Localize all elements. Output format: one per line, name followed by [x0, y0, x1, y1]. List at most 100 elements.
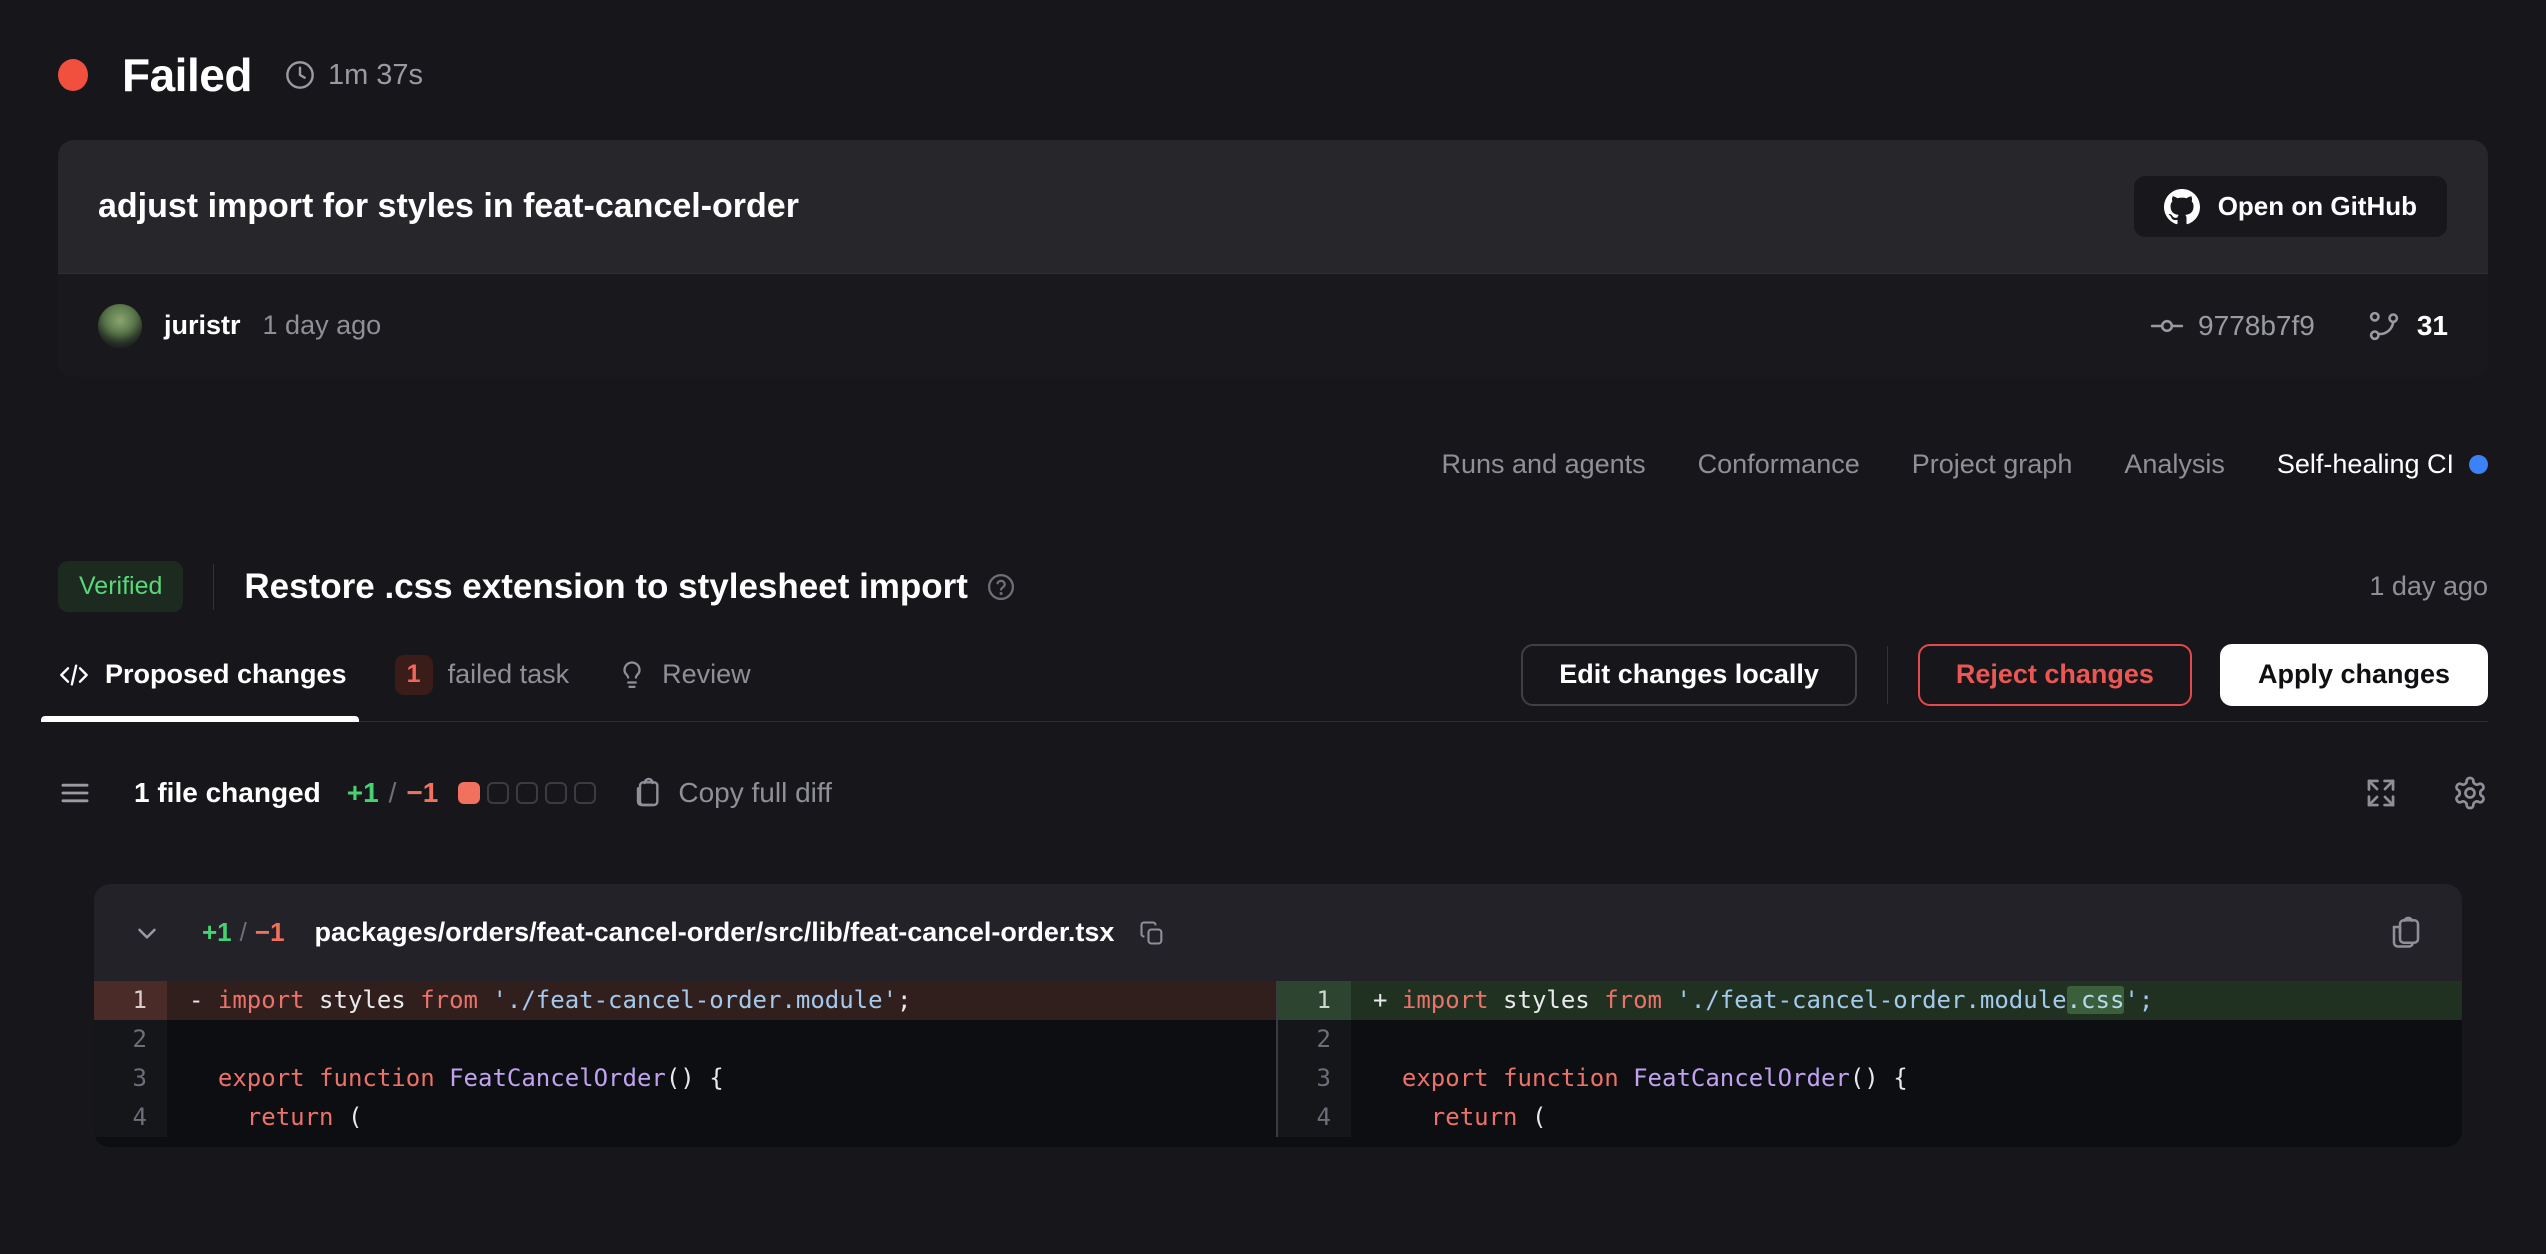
diff-row: 3 export function FeatCancelOrder() { [1278, 1059, 2462, 1098]
failed-count-badge: 1 [395, 655, 433, 695]
tab-proposed-changes[interactable]: Proposed changes [58, 628, 347, 721]
copy-icon[interactable] [1138, 919, 1166, 947]
diff-block-square [545, 782, 567, 804]
diff-row: 4 return ( [1278, 1098, 2462, 1137]
clock-icon [284, 59, 316, 91]
commit-card-subrow: juristr 1 day ago 9778b7f9 31 [58, 273, 2488, 377]
commit-time: 1 day ago [263, 310, 382, 341]
copy-full-diff-label: Copy full diff [678, 777, 832, 809]
nav-self-healing-ci[interactable]: Self-healing CI [2277, 449, 2488, 480]
diff-row: 3 export function FeatCancelOrder() { [94, 1059, 1276, 1098]
code-line: export function FeatCancelOrder() { [167, 1059, 1276, 1098]
commit-card-header: adjust import for styles in feat-cancel-… [58, 140, 2488, 273]
nav-project-graph[interactable]: Project graph [1912, 449, 2073, 480]
diff-panes: 1- import styles from './feat-cancel-ord… [94, 981, 2462, 1147]
chevron-down-icon[interactable] [132, 918, 162, 948]
commit-author: juristr 1 day ago [98, 304, 381, 348]
line-number: 3 [1278, 1059, 1351, 1098]
self-healing-ci-page: Failed 1m 37s adjust import for styles i… [0, 0, 2546, 1254]
apply-changes-button[interactable]: Apply changes [2220, 644, 2488, 706]
file-deletions: −1 [255, 917, 285, 948]
copy-file-diff-icon[interactable] [2388, 915, 2424, 951]
copy-full-diff-button[interactable]: Copy full diff [632, 777, 832, 809]
divider [1887, 646, 1888, 704]
commit-title: adjust import for styles in feat-cancel-… [98, 187, 799, 226]
tab-proposed-changes-label: Proposed changes [105, 659, 347, 690]
fix-header: Verified Restore .css extension to style… [58, 561, 2488, 612]
diff-row: 2 [94, 1020, 1276, 1059]
diff-blocks-indicator [458, 782, 596, 804]
clipboard-icon [632, 777, 664, 809]
code-line [167, 1020, 1276, 1059]
line-number: 3 [94, 1059, 167, 1098]
lightbulb-icon [617, 660, 647, 690]
fix-time: 1 day ago [2369, 571, 2488, 602]
file-additions: +1 [202, 917, 232, 948]
failed-status-dot [58, 59, 88, 91]
reject-changes-button[interactable]: Reject changes [1918, 644, 2192, 706]
tab-review[interactable]: Review [617, 628, 751, 721]
gear-icon[interactable] [2452, 775, 2488, 811]
divider [213, 564, 214, 610]
github-icon [2164, 189, 2200, 225]
file-path: packages/orders/feat-cancel-order/src/li… [315, 917, 1115, 948]
nav-runs-and-agents[interactable]: Runs and agents [1442, 449, 1646, 480]
branch-group[interactable]: 31 [2367, 309, 2448, 343]
diff-row: 1+ import styles from './feat-cancel-ord… [1278, 981, 2462, 1020]
nav-self-healing-ci-label: Self-healing CI [2277, 449, 2454, 480]
diff-block-square [516, 782, 538, 804]
line-number: 2 [1278, 1020, 1351, 1059]
diff-block-square [487, 782, 509, 804]
branch-icon [2367, 309, 2401, 343]
diff-toolbar: 1 file changed +1 / −1 Copy full diff [58, 768, 2488, 818]
expand-icon[interactable] [2364, 776, 2398, 810]
open-on-github-button[interactable]: Open on GitHub [2133, 175, 2448, 238]
file-stat-slash: / [240, 917, 247, 948]
fix-actions: Edit changes locally Reject changes Appl… [1521, 644, 2488, 706]
line-number: 1 [94, 981, 167, 1020]
stat-slash: / [389, 777, 397, 809]
code-line: return ( [1351, 1098, 2462, 1137]
fix-title: Restore .css extension to stylesheet imp… [244, 567, 968, 607]
branch-count: 31 [2417, 310, 2448, 342]
help-circle-icon[interactable] [986, 572, 1016, 602]
file-list-menu-icon[interactable] [58, 776, 92, 810]
commit-sha[interactable]: 9778b7f9 [2198, 310, 2315, 342]
edit-changes-locally-button[interactable]: Edit changes locally [1521, 644, 1857, 706]
code-line [1351, 1020, 2462, 1059]
diff-pane-new: 1+ import styles from './feat-cancel-ord… [1278, 981, 2462, 1137]
tab-failed-task[interactable]: 1 failed task [395, 628, 570, 721]
nav-analysis[interactable]: Analysis [2124, 449, 2225, 480]
nav-conformance[interactable]: Conformance [1698, 449, 1860, 480]
code-line: + import styles from './feat-cancel-orde… [1351, 981, 2462, 1020]
code-line: export function FeatCancelOrder() { [1351, 1059, 2462, 1098]
diff-row: 1- import styles from './feat-cancel-ord… [94, 981, 1276, 1020]
fix-tabbar: Proposed changes 1 failed task Review Ed… [58, 628, 2488, 722]
run-duration: 1m 37s [328, 59, 423, 92]
code-line: - import styles from './feat-cancel-orde… [167, 981, 1276, 1020]
line-number: 4 [1278, 1098, 1351, 1137]
diff-block-square [458, 782, 480, 804]
deletions-count: −1 [406, 777, 438, 809]
diff-row: 4 return ( [94, 1098, 1276, 1137]
code-icon [58, 659, 90, 691]
diff-toolbar-right [2364, 775, 2488, 811]
files-changed-summary: 1 file changed [134, 777, 321, 809]
diff-row: 2 [1278, 1020, 2462, 1059]
diff-file-container: +1 / −1 packages/orders/feat-cancel-orde… [94, 884, 2462, 1147]
code-line: return ( [167, 1098, 1276, 1137]
run-status-label: Failed [122, 48, 252, 102]
tab-review-label: Review [662, 659, 751, 690]
commit-icon [2150, 309, 2184, 343]
commit-card: adjust import for styles in feat-cancel-… [58, 140, 2488, 377]
tab-failed-task-label: failed task [448, 659, 570, 690]
line-number: 2 [94, 1020, 167, 1059]
diff-pane-old: 1- import styles from './feat-cancel-ord… [94, 981, 1278, 1137]
additions-count: +1 [347, 777, 379, 809]
avatar [98, 304, 142, 348]
diff-file-header: +1 / −1 packages/orders/feat-cancel-orde… [94, 884, 2462, 981]
line-number: 1 [1278, 981, 1351, 1020]
verified-badge: Verified [58, 561, 183, 612]
notification-dot [2469, 455, 2488, 474]
diff-block-square [574, 782, 596, 804]
